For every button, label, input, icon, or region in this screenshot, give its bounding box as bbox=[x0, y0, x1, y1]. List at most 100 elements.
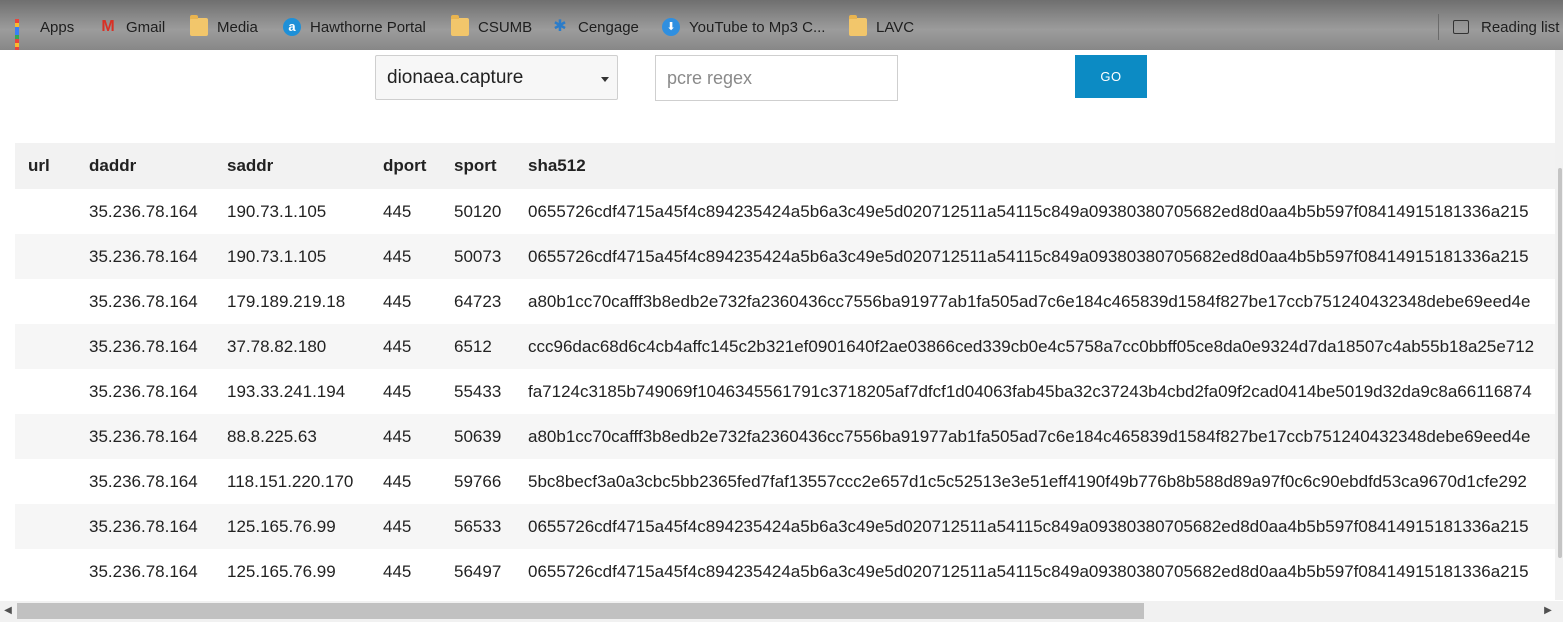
cell-dport: 445 bbox=[383, 549, 454, 594]
horizontal-scrollbar-thumb[interactable] bbox=[17, 603, 1144, 619]
cell-daddr: 35.236.78.164 bbox=[89, 504, 227, 549]
cell-daddr: 35.236.78.164 bbox=[89, 414, 227, 459]
table-row: 35.236.78.164 190.73.1.105 445 50073 065… bbox=[15, 234, 1555, 279]
cell-url bbox=[15, 369, 89, 414]
bookmark-hawthorne-portal[interactable]: a Hawthorne Portal bbox=[283, 14, 426, 40]
table-row: 35.236.78.164 125.165.76.99 445 56497 06… bbox=[15, 549, 1555, 594]
reading-list-button[interactable]: Reading list bbox=[1453, 14, 1559, 40]
cell-daddr: 35.236.78.164 bbox=[89, 459, 227, 504]
go-button[interactable]: GO bbox=[1075, 55, 1147, 98]
column-header-saddr[interactable]: saddr bbox=[227, 143, 383, 189]
folder-icon bbox=[190, 15, 208, 36]
cell-url bbox=[15, 234, 89, 279]
cell-sport: 55433 bbox=[454, 369, 528, 414]
cell-saddr: 190.73.1.105 bbox=[227, 189, 383, 234]
cell-url bbox=[15, 459, 89, 504]
cell-sport: 6512 bbox=[454, 324, 528, 369]
column-header-sha512[interactable]: sha512 bbox=[528, 143, 1555, 189]
table-row: 35.236.78.164 125.165.76.99 445 56533 06… bbox=[15, 504, 1555, 549]
cell-saddr: 37.78.82.180 bbox=[227, 324, 383, 369]
bookmark-label: CSUMB bbox=[478, 18, 533, 36]
collection-select[interactable]: dionaea.capture bbox=[375, 55, 618, 100]
bookmark-label: Gmail bbox=[126, 18, 166, 36]
table-row: 35.236.78.164 118.151.220.170 445 59766 … bbox=[15, 459, 1555, 504]
cell-url bbox=[15, 504, 89, 549]
bookmark-label: YouTube to Mp3 C... bbox=[689, 18, 826, 36]
scroll-right-arrow-icon[interactable]: ▶ bbox=[1540, 603, 1556, 619]
folder-icon bbox=[849, 15, 867, 36]
cell-saddr: 88.8.225.63 bbox=[227, 414, 383, 459]
cell-dport: 445 bbox=[383, 369, 454, 414]
vertical-scrollbar-thumb[interactable] bbox=[1558, 168, 1562, 558]
bookmark-gmail[interactable]: M Gmail bbox=[99, 14, 165, 40]
cell-dport: 445 bbox=[383, 414, 454, 459]
cengage-icon: ✱ bbox=[553, 18, 567, 35]
bookmarks-bar: Apps M Gmail Media a Hawthorne Portal CS… bbox=[0, 0, 1563, 50]
reading-list-icon bbox=[1453, 20, 1469, 34]
cell-sport: 56533 bbox=[454, 504, 528, 549]
table-row: 35.236.78.164 179.189.219.18 445 64723 a… bbox=[15, 279, 1555, 324]
cell-daddr: 35.236.78.164 bbox=[89, 234, 227, 279]
cell-daddr: 35.236.78.164 bbox=[89, 549, 227, 594]
cell-dport: 445 bbox=[383, 279, 454, 324]
cell-sport: 50120 bbox=[454, 189, 528, 234]
table-row: 35.236.78.164 88.8.225.63 445 50639 a80b… bbox=[15, 414, 1555, 459]
bookmark-youtube-to-mp3[interactable]: ⬇ YouTube to Mp3 C... bbox=[662, 14, 825, 40]
cell-saddr: 125.165.76.99 bbox=[227, 549, 383, 594]
cell-sha512: 0655726cdf4715a45f4c894235424a5b6a3c49e5… bbox=[528, 504, 1555, 549]
cell-url bbox=[15, 324, 89, 369]
cell-sport: 64723 bbox=[454, 279, 528, 324]
cell-sha512: 0655726cdf4715a45f4c894235424a5b6a3c49e5… bbox=[528, 189, 1555, 234]
bookmark-label: LAVC bbox=[876, 18, 915, 36]
cell-dport: 445 bbox=[383, 324, 454, 369]
cell-sport: 56497 bbox=[454, 549, 528, 594]
cell-sha512: 5bc8becf3a0a3cbc5bb2365fed7faf13557ccc2e… bbox=[528, 459, 1555, 504]
cell-sha512: ccc96dac68d6c4cb4affc145c2b321ef0901640f… bbox=[528, 324, 1555, 369]
folder-icon bbox=[451, 15, 469, 36]
cell-url bbox=[15, 549, 89, 594]
apps-grid-icon bbox=[15, 19, 31, 50]
bookmark-csumb[interactable]: CSUMB bbox=[451, 14, 532, 40]
results-table-container: url daddr saddr dport sport sha512 35.23… bbox=[15, 143, 1555, 601]
bookmark-apps[interactable]: Apps bbox=[15, 14, 75, 50]
table-row: 35.236.78.164 190.73.1.105 445 50120 065… bbox=[15, 189, 1555, 234]
bookmark-label: Media bbox=[217, 18, 258, 36]
bookmark-label: Apps bbox=[40, 18, 75, 36]
bookmark-label: Cengage bbox=[578, 18, 639, 36]
column-header-sport[interactable]: sport bbox=[454, 143, 528, 189]
cell-sha512: 0655726cdf4715a45f4c894235424a5b6a3c49e5… bbox=[528, 549, 1555, 594]
bookmark-lavc[interactable]: LAVC bbox=[849, 14, 914, 40]
column-header-daddr[interactable]: daddr bbox=[89, 143, 227, 189]
cell-dport: 445 bbox=[383, 459, 454, 504]
divider bbox=[1438, 14, 1439, 40]
cell-daddr: 35.236.78.164 bbox=[89, 279, 227, 324]
cell-saddr: 179.189.219.18 bbox=[227, 279, 383, 324]
cell-url bbox=[15, 414, 89, 459]
cell-sha512: a80b1cc70cafff3b8edb2e732fa2360436cc7556… bbox=[528, 279, 1555, 324]
hawthorne-icon: a bbox=[283, 18, 301, 36]
bookmark-media[interactable]: Media bbox=[190, 14, 258, 40]
cell-dport: 445 bbox=[383, 234, 454, 279]
reading-list-label: Reading list bbox=[1481, 18, 1560, 36]
cell-daddr: 35.236.78.164 bbox=[89, 369, 227, 414]
cell-saddr: 193.33.241.194 bbox=[227, 369, 383, 414]
cell-saddr: 125.165.76.99 bbox=[227, 504, 383, 549]
download-icon: ⬇ bbox=[662, 18, 680, 36]
cell-sport: 59766 bbox=[454, 459, 528, 504]
column-header-url[interactable]: url bbox=[15, 143, 89, 189]
cell-daddr: 35.236.78.164 bbox=[89, 324, 227, 369]
column-header-dport[interactable]: dport bbox=[383, 143, 454, 189]
gmail-icon: M bbox=[101, 18, 115, 35]
cell-url bbox=[15, 279, 89, 324]
bookmark-cengage[interactable]: ✱ Cengage bbox=[551, 14, 639, 40]
collection-selected-value: dionaea.capture bbox=[387, 67, 524, 88]
scroll-left-arrow-icon[interactable]: ◀ bbox=[0, 603, 16, 619]
chevron-down-icon bbox=[601, 77, 609, 82]
cell-sport: 50639 bbox=[454, 414, 528, 459]
bookmark-label: Hawthorne Portal bbox=[310, 18, 426, 36]
regex-input[interactable] bbox=[655, 55, 898, 101]
cell-daddr: 35.236.78.164 bbox=[89, 189, 227, 234]
cell-dport: 445 bbox=[383, 504, 454, 549]
cell-sha512: fa7124c3185b749069f1046345561791c3718205… bbox=[528, 369, 1555, 414]
cell-saddr: 190.73.1.105 bbox=[227, 234, 383, 279]
